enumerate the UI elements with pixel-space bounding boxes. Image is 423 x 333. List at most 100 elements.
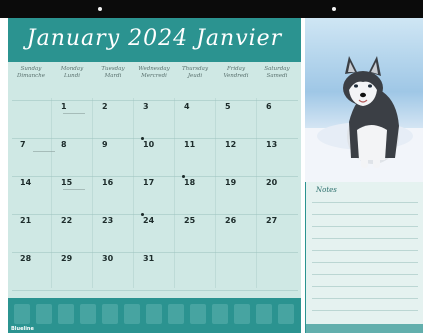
day-number: 30 <box>102 254 114 263</box>
mini-month-calendar <box>212 304 228 324</box>
husky-illustration <box>305 56 423 182</box>
day-number: 12 <box>225 140 237 149</box>
mini-month-calendar <box>14 304 30 324</box>
weekday-label-friday: Friday Vendredi <box>223 66 249 79</box>
day-number: 7 <box>20 140 26 149</box>
hanger-hole-right <box>332 7 336 11</box>
day-number: 15 <box>61 178 73 187</box>
day-cell: 14 <box>12 178 52 216</box>
day-number: 20 <box>266 178 278 187</box>
day-cell: 6 <box>258 102 298 140</box>
day-number: 23 <box>102 216 114 225</box>
weekday-header: Sunday Dimanche Monday Lundi Tuesday Mar… <box>8 66 301 92</box>
day-number: 8 <box>61 140 67 149</box>
day-cell: 11 <box>176 140 216 178</box>
day-cell: 2 <box>94 102 134 140</box>
holiday-note-line <box>63 113 85 114</box>
notes-title: Notes <box>316 186 337 194</box>
day-cell: 25 <box>176 216 216 254</box>
notes-footer-band <box>306 324 423 333</box>
day-cell: 13 <box>258 140 298 178</box>
mini-month-calendar <box>124 304 140 324</box>
day-number: 21 <box>20 216 32 225</box>
notes-line <box>312 214 418 215</box>
day-number: 18 <box>184 178 196 187</box>
day-cell: 7 <box>12 140 52 178</box>
day-cell: 5 <box>217 102 257 140</box>
notes-line <box>312 226 418 227</box>
day-number: 3 <box>143 102 149 111</box>
hanger-hole-left <box>98 7 102 11</box>
day-cell: 23 <box>94 216 134 254</box>
day-cell <box>176 254 216 292</box>
day-cell: 26 <box>217 216 257 254</box>
day-number: 28 <box>20 254 32 263</box>
day-cell <box>258 254 298 292</box>
mini-month-calendar <box>168 304 184 324</box>
weekday-label-tuesday: Tuesday Mardi <box>101 66 125 79</box>
day-cell: 3 <box>135 102 175 140</box>
day-number: 14 <box>20 178 32 187</box>
day-number: 22 <box>61 216 73 225</box>
day-number: 25 <box>184 216 196 225</box>
day-cell: 15 <box>53 178 93 216</box>
day-cell: 28 <box>12 254 52 292</box>
weekday-label-thursday: Thursday Jeudi <box>181 66 209 79</box>
day-cell: 12 <box>217 140 257 178</box>
day-number: 5 <box>225 102 231 111</box>
mini-month-calendar <box>278 304 294 324</box>
notes-panel: Notes <box>305 182 423 333</box>
mini-month-calendar <box>36 304 52 324</box>
day-cell: 10 <box>135 137 175 178</box>
day-number: 10 <box>143 140 155 149</box>
day-number: 29 <box>61 254 73 263</box>
notes-line <box>312 250 418 251</box>
mini-month-calendar <box>234 304 250 324</box>
notes-line <box>312 298 418 299</box>
day-number: 9 <box>102 140 108 149</box>
day-cell: 27 <box>258 216 298 254</box>
day-cell: 19 <box>217 178 257 216</box>
day-cell: 24 <box>135 213 175 254</box>
month-title: January 2024 Janvier <box>26 26 283 51</box>
day-number: 17 <box>143 178 155 187</box>
mini-month-calendar <box>102 304 118 324</box>
day-cell: 22 <box>53 216 93 254</box>
notes-line <box>312 310 418 311</box>
month-header: January 2024 Janvier <box>8 18 301 62</box>
day-number: 1 <box>61 102 67 111</box>
mini-month-calendar <box>80 304 96 324</box>
weekday-label-wednesday: Wednesday Mercredi <box>138 66 170 79</box>
day-number: 19 <box>225 178 237 187</box>
day-cell: 20 <box>258 178 298 216</box>
date-grid: 1 2 3 4 5 6 7 8 9 10 11 12 13 14 15 16 1… <box>8 92 301 292</box>
day-cell: 29 <box>53 254 93 292</box>
notes-line <box>312 274 418 275</box>
notes-line <box>312 202 418 203</box>
weekday-label-saturday: Saturday Samedi <box>264 66 290 79</box>
day-number: 24 <box>143 216 155 225</box>
day-cell: 30 <box>94 254 134 292</box>
day-number: 6 <box>266 102 272 111</box>
day-number: 2 <box>102 102 108 111</box>
day-number: 31 <box>143 254 155 263</box>
day-cell: 31 <box>135 254 175 292</box>
day-cell: 18 <box>176 175 216 216</box>
day-number: 11 <box>184 140 196 149</box>
yearly-overview-band: Blueline <box>8 298 301 333</box>
weekday-label-sunday: Sunday Dimanche <box>16 66 46 79</box>
day-cell: 4 <box>176 102 216 140</box>
mini-month-calendar <box>58 304 74 324</box>
holiday-note-line <box>33 151 55 152</box>
mini-month-calendar <box>256 304 272 324</box>
husky-photo <box>305 18 423 182</box>
mini-month-calendar <box>190 304 206 324</box>
day-cell: 8 <box>33 140 93 178</box>
day-number: 4 <box>184 102 190 111</box>
day-number: 13 <box>266 140 278 149</box>
binding-strip <box>0 0 423 18</box>
holiday-note-line <box>63 189 85 190</box>
day-cell: 21 <box>12 216 52 254</box>
day-number: 27 <box>266 216 278 225</box>
notes-line <box>312 262 418 263</box>
